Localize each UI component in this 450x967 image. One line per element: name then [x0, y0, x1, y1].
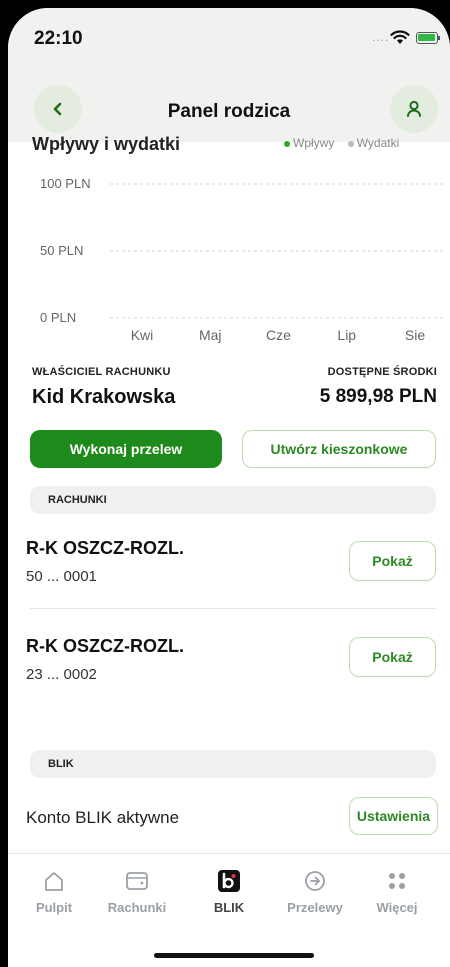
y-tick-label: 100 PLN	[40, 176, 91, 191]
available-funds-label: DOSTĘPNE ŚRODKI	[327, 366, 437, 378]
account-number: 23 ... 0002	[26, 666, 97, 683]
accounts-section-header: RACHUNKI	[30, 486, 436, 514]
chart-legend-partial: Wpływy Wydatki	[284, 136, 399, 150]
app-header: Panel rodzica	[8, 68, 450, 142]
create-pocket-money-button[interactable]: Utwórz kieszonkowe	[242, 430, 436, 468]
blik-status: Konto BLIK aktywne	[26, 808, 180, 827]
account-name: R-K OSZCZ-ROZL.	[26, 538, 184, 558]
x-tick-label: Sie	[405, 327, 425, 343]
page-title: Panel rodzica	[167, 101, 291, 122]
tab-pulpit[interactable]: Pulpit	[14, 868, 94, 915]
show-account-button[interactable]: Pokaż	[349, 541, 436, 581]
owner-label: WŁAŚCICIEL RACHUNKU	[32, 366, 171, 378]
bottom-tab-bar: Pulpit Rachunki BLIK Przelewy Więcej	[8, 853, 450, 967]
phone-screen: 22:10 .... Panel rodzica Wpływy i wydatk…	[8, 8, 450, 967]
tab-rachunki[interactable]: Rachunki	[97, 868, 177, 915]
show-account-button[interactable]: Pokaż	[349, 637, 436, 677]
x-tick-label: Maj	[199, 327, 222, 343]
home-indicator	[154, 953, 314, 958]
grid-dots-icon	[389, 873, 405, 889]
legend-expenses: Wydatki	[356, 136, 400, 150]
x-tick-label: Cze	[266, 327, 291, 343]
blik-icon	[218, 870, 240, 892]
owner-name: Kid Krakowska	[32, 386, 176, 408]
tab-przelewy[interactable]: Przelewy	[275, 868, 355, 915]
blik-settings-button[interactable]: Ustawienia	[349, 797, 438, 835]
blik-section-header: BLIK	[30, 750, 436, 778]
y-tick-label: 50 PLN	[40, 243, 83, 258]
x-tick-label: Kwi	[131, 327, 154, 343]
accounts-section-label: RACHUNKI	[48, 494, 107, 506]
divider	[30, 608, 436, 609]
home-icon	[45, 872, 63, 891]
wifi-icon	[390, 30, 410, 44]
tab-label: Przelewy	[287, 900, 343, 915]
chart-heading-partial: Wpływy i wydatki	[32, 134, 181, 154]
make-transfer-button[interactable]: Wykonaj przelew	[30, 430, 222, 468]
available-funds-value: 5 899,98 PLN	[319, 386, 437, 407]
tab-blik[interactable]: BLIK	[189, 868, 269, 915]
arrow-circle-icon	[305, 871, 325, 891]
battery-icon	[416, 32, 440, 44]
user-icon	[407, 100, 421, 117]
account-number: 50 ... 0001	[26, 568, 97, 585]
legend-income: Wpływy	[293, 136, 335, 150]
status-bar: 22:10 ....	[8, 8, 450, 68]
tab-label: Pulpit	[35, 900, 73, 915]
profile-button[interactable]	[390, 85, 438, 133]
tab-label: Więcej	[376, 900, 418, 915]
tab-label: BLIK	[213, 900, 245, 915]
wallet-icon	[126, 872, 148, 890]
status-time: 22:10	[34, 28, 83, 49]
signal-dots: ....	[372, 30, 390, 44]
account-name: R-K OSZCZ-ROZL.	[26, 636, 184, 656]
tab-label: Rachunki	[107, 900, 167, 915]
y-tick-label: 0 PLN	[40, 310, 76, 325]
x-tick-label: Lip	[337, 327, 356, 343]
blik-section-label: BLIK	[48, 758, 74, 770]
tab-wiecej[interactable]: Więcej	[357, 868, 437, 915]
income-expense-chart: 100 PLN 50 PLN 0 PLN Kwi Maj Cze Lip Sie	[40, 176, 444, 343]
